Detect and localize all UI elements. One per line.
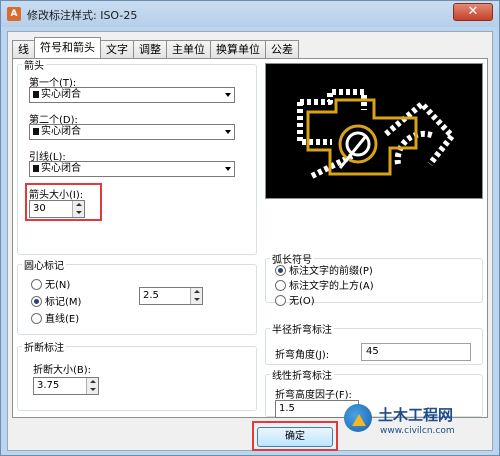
close-button[interactable]: ✕ — [453, 3, 493, 21]
dim-break-legend: 折断标注 — [24, 343, 64, 354]
arc-prefix-label: 标注文字的前缀(P) — [289, 266, 373, 277]
center-none-label: 无(N) — [45, 280, 71, 291]
jog-factor-label: 折弯高度因子(F): — [275, 390, 352, 401]
tab-panel: 箭头 第一个(T): 实心闭合 第二个(D): 实心闭合 引线(L): 实心闭合… — [12, 57, 488, 418]
radius-jog-legend: 半径折弯标注 — [272, 325, 332, 336]
watermark-title: 土木工程网 — [378, 406, 454, 424]
preview-canvas — [265, 63, 483, 199]
arrow-filled-icon — [33, 91, 39, 98]
radio-icon — [31, 279, 42, 290]
tab-text[interactable]: 文字 — [100, 40, 134, 58]
break-size-label: 折断大小(B): — [33, 365, 92, 376]
spin-up-icon — [90, 380, 96, 383]
site-watermark: 土木工程网 www.civilcn.com — [344, 402, 494, 448]
chevron-down-icon — [225, 93, 231, 97]
radio-icon — [275, 295, 286, 306]
leader-arrow-value: 实心闭合 — [41, 163, 81, 174]
center-line-label: 直线(E) — [45, 314, 80, 325]
dialog-client: 线 符号和箭头 文字 调整 主单位 换算单位 公差 箭头 第一个(T): 实心闭… — [7, 31, 493, 451]
center-none-radio[interactable]: 无(N) — [31, 279, 70, 293]
spin-down-icon — [194, 298, 200, 301]
jog-angle-input[interactable]: 45 — [361, 343, 471, 361]
radio-selected-icon — [275, 265, 286, 276]
app-icon: A — [7, 7, 21, 21]
chevron-down-icon — [225, 130, 231, 134]
tab-tolerances[interactable]: 公差 — [265, 40, 299, 58]
spin-down-icon — [90, 388, 96, 391]
radio-selected-icon — [31, 296, 42, 307]
tab-strip: 线 符号和箭头 文字 调整 主单位 换算单位 公差 — [12, 37, 299, 58]
linear-jog-legend: 线性折弯标注 — [272, 371, 332, 382]
arrow-size-highlight — [25, 183, 102, 221]
radio-icon — [275, 280, 286, 291]
jog-angle-label: 折弯角度(J): — [275, 350, 330, 361]
leader-arrow-select[interactable]: 实心闭合 — [29, 161, 235, 177]
break-size-stepper[interactable]: 3.75 — [33, 377, 99, 395]
arc-prefix-radio[interactable]: 标注文字的前缀(P) — [275, 265, 373, 279]
ok-button-highlight — [252, 421, 338, 451]
tab-lines[interactable]: 线 — [12, 40, 35, 58]
watermark-logo-icon — [344, 404, 372, 432]
spin-buttons[interactable] — [190, 288, 202, 304]
center-line-radio[interactable]: 直线(E) — [31, 313, 79, 327]
watermark-url: www.civilcn.com — [380, 426, 455, 436]
dialog-window: A 修改标注样式: ISO-25 ✕ 线 符号和箭头 文字 调整 主单位 换算单… — [0, 0, 500, 456]
arc-above-label: 标注文字的上方(A) — [289, 281, 374, 292]
window-title: 修改标注样式: ISO-25 — [27, 9, 138, 22]
center-mark-radio[interactable]: 标记(M) — [31, 296, 81, 310]
arrow-filled-icon — [33, 165, 39, 172]
preview-radius-line — [338, 135, 368, 169]
arc-length-legend: 弧长符号 — [272, 255, 312, 266]
center-mark-size-value: 2.5 — [143, 290, 159, 301]
tab-primary-units[interactable]: 主单位 — [166, 40, 211, 58]
spin-buttons[interactable] — [86, 378, 98, 394]
second-arrow-select[interactable]: 实心闭合 — [29, 124, 235, 140]
tab-symbols-arrows[interactable]: 符号和箭头 — [34, 37, 101, 58]
second-arrow-value: 实心闭合 — [41, 126, 81, 137]
arrowheads-legend: 箭头 — [24, 61, 44, 72]
arrow-filled-icon — [33, 128, 39, 135]
tab-fit[interactable]: 调整 — [133, 40, 167, 58]
arc-none-radio[interactable]: 无(O) — [275, 295, 315, 309]
radio-icon — [31, 313, 42, 324]
center-marks-legend: 圆心标记 — [24, 261, 64, 272]
center-mark-label: 标记(M) — [45, 297, 82, 308]
first-arrow-select[interactable]: 实心闭合 — [29, 87, 235, 103]
arc-above-radio[interactable]: 标注文字的上方(A) — [275, 280, 374, 294]
first-arrow-value: 实心闭合 — [41, 89, 81, 100]
tab-alternate-units[interactable]: 换算单位 — [210, 40, 266, 58]
center-mark-size-stepper[interactable]: 2.5 — [139, 287, 203, 305]
title-bar[interactable]: A 修改标注样式: ISO-25 ✕ — [1, 1, 499, 27]
jog-factor-value: 1.5 — [279, 403, 295, 414]
chevron-down-icon — [225, 167, 231, 171]
spin-up-icon — [194, 290, 200, 293]
break-size-value: 3.75 — [37, 380, 60, 391]
arc-none-label: 无(O) — [289, 296, 315, 307]
dimension-preview — [297, 89, 455, 179]
